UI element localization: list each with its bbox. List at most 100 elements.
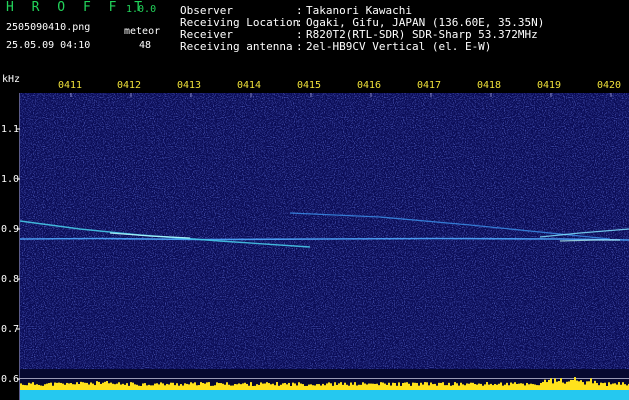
activity-bar — [132, 382, 134, 390]
activity-base — [100, 390, 102, 400]
activity-bar — [412, 382, 414, 390]
activity-base — [292, 390, 294, 400]
activity-base — [382, 390, 384, 400]
activity-bar — [180, 384, 182, 390]
activity-bar — [560, 378, 562, 390]
activity-bar — [616, 384, 618, 390]
activity-bar — [406, 382, 408, 390]
activity-base — [202, 390, 204, 400]
activity-bar — [408, 383, 410, 390]
activity-base — [392, 390, 394, 400]
activity-bar — [402, 382, 404, 390]
activity-bar — [526, 382, 528, 390]
activity-base — [414, 390, 416, 400]
activity-bar — [88, 384, 90, 390]
activity-base — [30, 390, 32, 400]
activity-base — [580, 390, 582, 400]
activity-bar — [38, 384, 40, 390]
activity-bar — [34, 384, 36, 390]
activity-bar — [582, 382, 584, 390]
activity-base — [238, 390, 240, 400]
activity-base — [500, 390, 502, 400]
activity-bar — [320, 385, 322, 390]
activity-bar — [308, 384, 310, 390]
activity-base — [354, 390, 356, 400]
activity-bar — [250, 382, 252, 390]
activity-base — [46, 390, 48, 400]
activity-bar — [300, 383, 302, 390]
activity-base — [214, 390, 216, 400]
activity-bar — [76, 382, 78, 390]
activity-bar — [232, 385, 234, 390]
activity-base — [464, 390, 466, 400]
activity-bar — [192, 383, 194, 390]
activity-base — [374, 390, 376, 400]
activity-bar — [498, 383, 500, 390]
activity-base — [512, 390, 514, 400]
activity-bar — [476, 384, 478, 390]
activity-base — [50, 390, 52, 400]
activity-bar — [470, 382, 472, 390]
activity-base — [528, 390, 530, 400]
activity-base — [160, 390, 162, 400]
activity-base — [510, 390, 512, 400]
activity-base — [228, 390, 230, 400]
activity-bar — [390, 385, 392, 390]
activity-base — [418, 390, 420, 400]
antenna-separator: : — [296, 40, 303, 53]
activity-bar — [226, 382, 228, 390]
activity-bar — [234, 383, 236, 390]
activity-bar — [610, 384, 612, 390]
activity-base — [378, 390, 380, 400]
activity-base — [436, 390, 438, 400]
activity-base — [134, 390, 136, 400]
activity-bar — [510, 382, 512, 390]
activity-base — [466, 390, 468, 400]
activity-bar — [388, 382, 390, 390]
activity-bar — [260, 382, 262, 390]
activity-bar — [198, 385, 200, 390]
activity-bar — [558, 381, 560, 390]
activity-base — [232, 390, 234, 400]
activity-bar — [32, 382, 34, 390]
activity-bar — [348, 385, 350, 390]
activity-bar — [384, 383, 386, 390]
activity-base — [206, 390, 208, 400]
activity-bar — [208, 382, 210, 390]
activity-base — [390, 390, 392, 400]
activity-bar — [344, 382, 346, 390]
activity-base — [322, 390, 324, 400]
activity-bar — [466, 383, 468, 390]
activity-bar — [454, 382, 456, 390]
activity-base — [150, 390, 152, 400]
activity-base — [270, 390, 272, 400]
activity-bar — [128, 385, 130, 390]
activity-base — [52, 390, 54, 400]
activity-base — [246, 390, 248, 400]
activity-base — [412, 390, 414, 400]
app-version: 1.0.0 — [126, 4, 157, 15]
activity-bar — [262, 383, 264, 390]
activity-bar — [46, 383, 48, 390]
activity-base — [330, 390, 332, 400]
activity-base — [610, 390, 612, 400]
activity-bar — [350, 382, 352, 390]
activity-bar — [548, 379, 550, 390]
activity-base — [248, 390, 250, 400]
activity-bar — [572, 379, 574, 390]
activity-bar — [536, 385, 538, 390]
activity-bar — [430, 382, 432, 390]
activity-bar — [80, 381, 82, 390]
activity-bar — [292, 382, 294, 390]
time-label: 0417 — [417, 80, 442, 91]
activity-base — [102, 390, 104, 400]
activity-base — [118, 390, 120, 400]
activity-base — [302, 390, 304, 400]
time-label: 0418 — [477, 80, 502, 91]
activity-bar — [488, 384, 490, 390]
activity-base — [572, 390, 574, 400]
activity-base — [122, 390, 124, 400]
activity-base — [594, 390, 596, 400]
activity-bar — [312, 385, 314, 390]
activity-base — [472, 390, 474, 400]
